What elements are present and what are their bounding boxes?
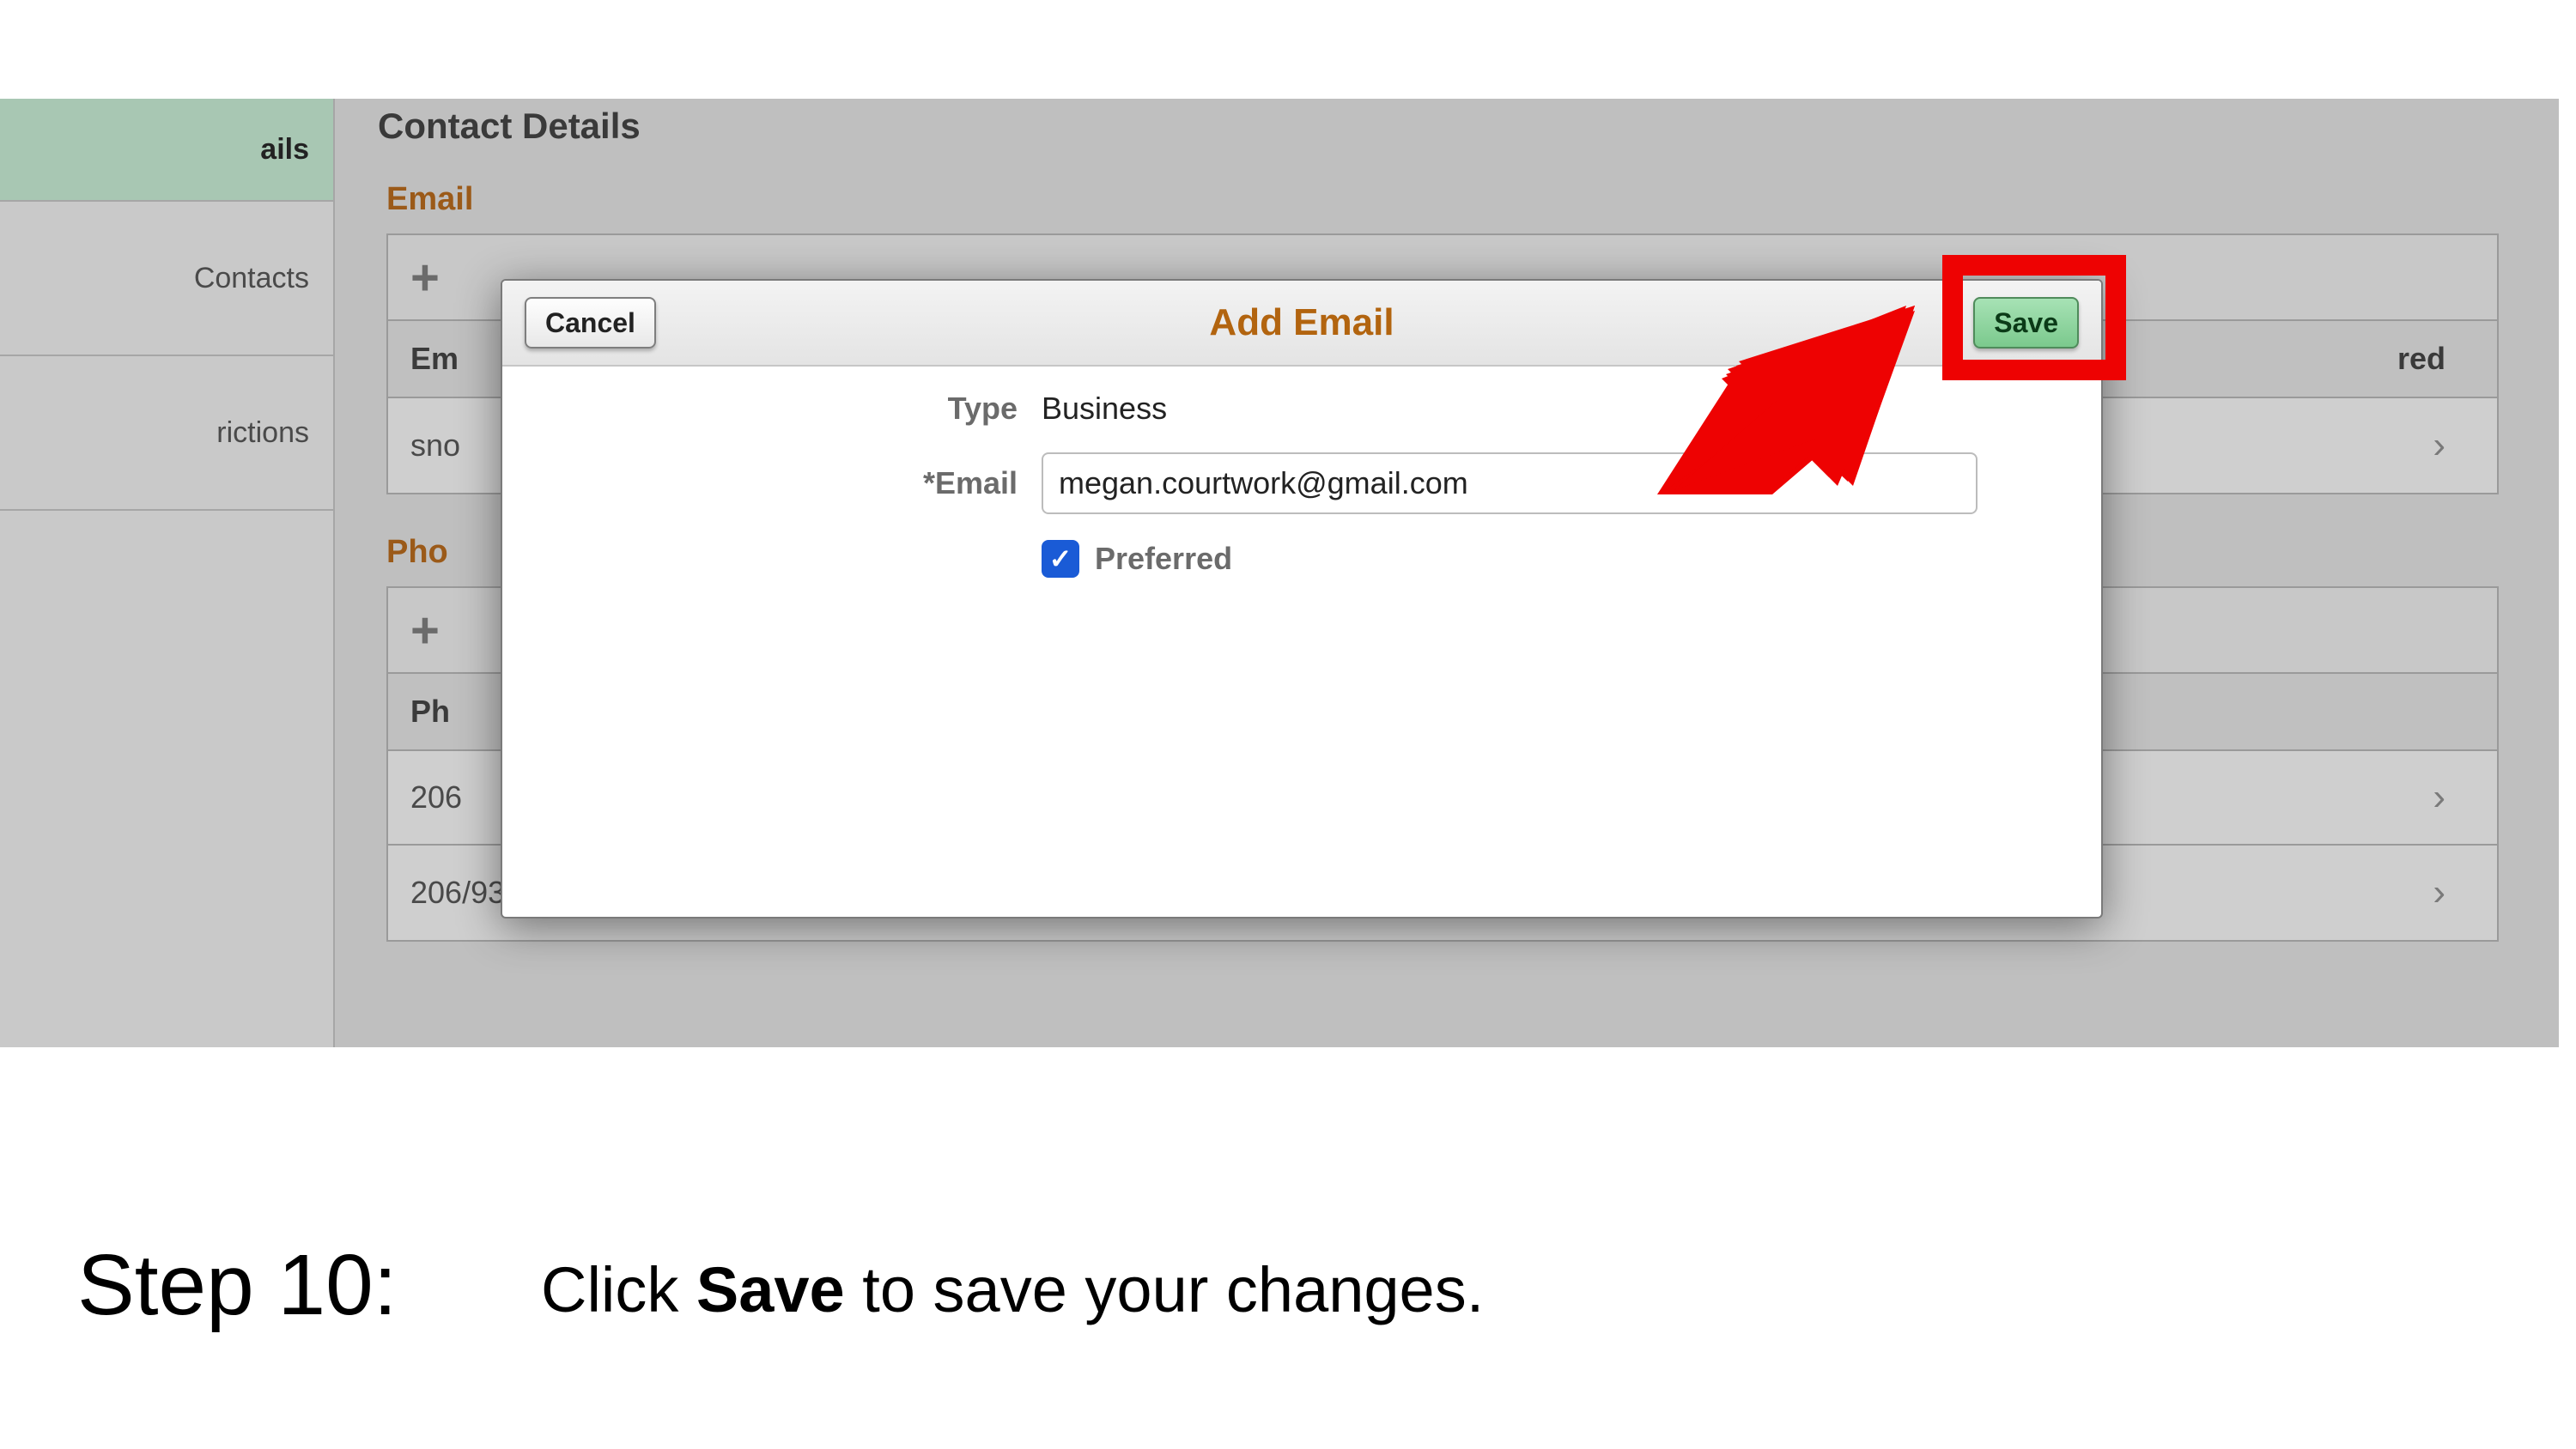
modal-header: Cancel Add Email Save xyxy=(502,281,2101,367)
sidebar-item-details[interactable]: ails xyxy=(0,99,333,202)
sidebar-item-restrictions[interactable]: rictions xyxy=(0,356,333,511)
plus-icon: + xyxy=(410,602,440,659)
tutorial-screenshot: ails Contacts rictions Contact Details E… xyxy=(0,0,2576,1047)
preferred-checkbox[interactable]: ✓ xyxy=(1042,540,1079,578)
type-value: Business xyxy=(1042,391,2067,427)
preferred-checkbox-row[interactable]: ✓ Preferred xyxy=(1042,540,2067,578)
chevron-right-icon: › xyxy=(2394,871,2445,914)
type-label: Type xyxy=(537,391,1018,427)
chevron-right-icon: › xyxy=(2394,776,2445,819)
preferred-column-header: red xyxy=(2342,341,2445,377)
sidebar-item-label: Contacts xyxy=(194,262,309,295)
sidebar-item-label: rictions xyxy=(216,416,309,450)
cancel-button[interactable]: Cancel xyxy=(525,297,656,349)
add-email-modal: Cancel Add Email Save Type Business *Ema… xyxy=(501,279,2103,919)
preferred-label: Preferred xyxy=(1095,541,1232,577)
sidebar-item-contacts[interactable]: Contacts xyxy=(0,202,333,356)
instruction-part2: to save your changes. xyxy=(845,1254,1485,1325)
modal-title: Add Email xyxy=(502,301,2101,344)
page-title: Contact Details xyxy=(335,99,2559,167)
plus-icon: + xyxy=(410,249,440,306)
instruction-text: Click Save to save your changes. xyxy=(541,1253,1484,1326)
email-label: *Email xyxy=(537,465,1018,501)
modal-body: Type Business *Email ✓ Preferred xyxy=(502,367,2101,612)
instruction-part1: Click xyxy=(541,1254,696,1325)
chevron-right-icon: › xyxy=(2394,424,2445,467)
instruction-step-number: Step 10: xyxy=(77,1236,398,1335)
save-button[interactable]: Save xyxy=(1973,297,2079,349)
email-field[interactable] xyxy=(1042,452,1978,514)
instruction-bold: Save xyxy=(696,1254,845,1325)
left-sidebar: ails Contacts rictions xyxy=(0,99,335,1047)
sidebar-item-label: ails xyxy=(260,133,309,167)
email-section-heading: Email xyxy=(335,167,2559,233)
